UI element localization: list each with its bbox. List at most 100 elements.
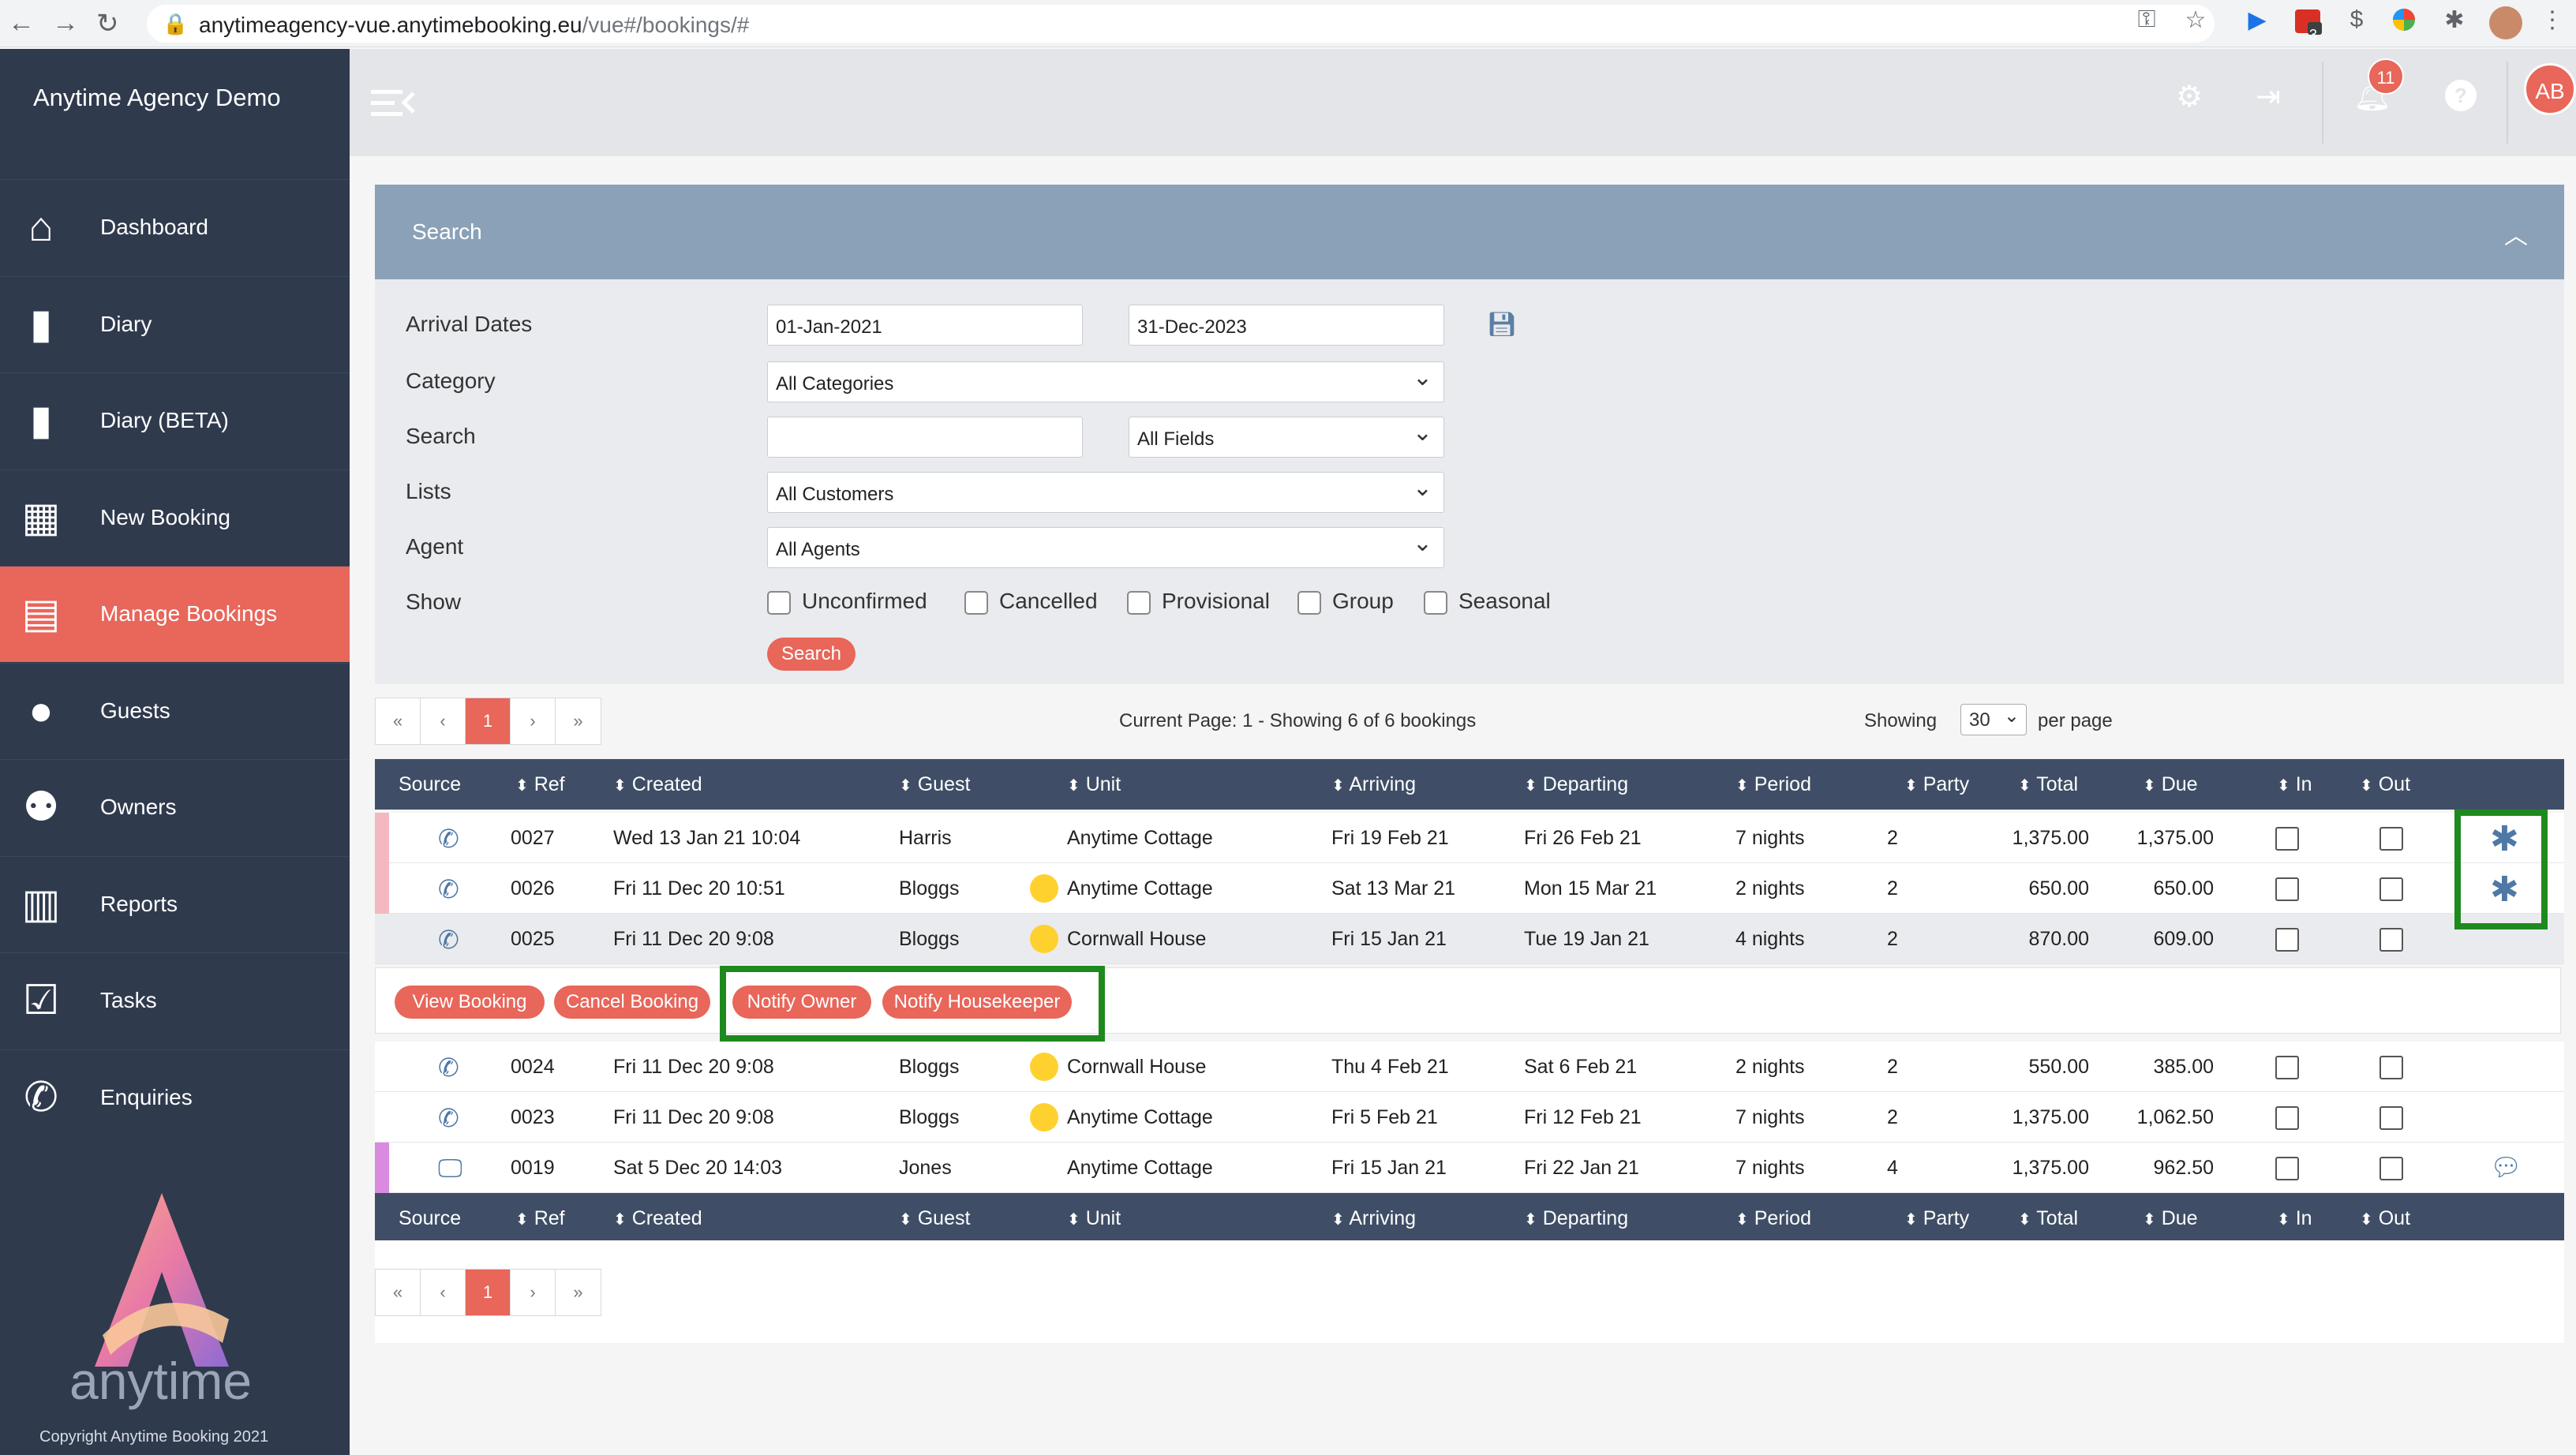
help-icon[interactable]: ?: [2443, 79, 2478, 114]
sign-in-icon[interactable]: ⇥: [2251, 79, 2286, 114]
category-select[interactable]: All Categories: [767, 361, 1444, 402]
checked-out-checkbox[interactable]: [2379, 827, 2403, 851]
color-wheel-extension-icon[interactable]: [2388, 6, 2420, 38]
sidebar-item-enquiries[interactable]: ✆ Enquiries: [0, 1049, 350, 1146]
column-header-ref[interactable]: ⬍ Ref: [515, 1207, 565, 1230]
checked-out-checkbox[interactable]: [2379, 1106, 2403, 1130]
checked-in-checkbox[interactable]: [2275, 1056, 2299, 1079]
arrival-to-input[interactable]: 31-Dec-2023: [1129, 305, 1444, 346]
column-header-guest[interactable]: ⬍ Guest: [899, 1207, 970, 1230]
checked-in-checkbox[interactable]: [2275, 928, 2299, 952]
sidebar-item-guests[interactable]: ● Guests: [0, 662, 350, 759]
reload-icon[interactable]: ↻: [96, 8, 119, 39]
browser-profile-avatar[interactable]: [2489, 6, 2522, 39]
sidebar-item-tasks[interactable]: ☑ Tasks: [0, 952, 350, 1049]
prev-page-button[interactable]: ‹: [421, 698, 466, 744]
checked-in-checkbox[interactable]: [2275, 877, 2299, 901]
column-header-total[interactable]: ⬍ Total: [2018, 773, 2078, 796]
search-panel-header[interactable]: Search ︿: [375, 185, 2564, 279]
column-header-out[interactable]: ⬍ Out: [2360, 1207, 2410, 1230]
last-page-button[interactable]: »: [556, 698, 601, 744]
show-seasonal-checkbox[interactable]: Seasonal: [1424, 589, 1551, 615]
checked-in-checkbox[interactable]: [2275, 1157, 2299, 1180]
last-page-button[interactable]: »: [556, 1270, 601, 1315]
column-header-in[interactable]: ⬍ In: [2277, 773, 2312, 796]
dollar-extension-icon[interactable]: $: [2341, 6, 2372, 38]
table-row[interactable]: ✆ 0025 Fri 11 Dec 20 9:08 Bloggs Cornwall Ho…: [375, 914, 2564, 964]
lists-select[interactable]: All Customers: [767, 472, 1444, 513]
sidebar-item-new-booking[interactable]: ▦ New Booking: [0, 469, 350, 566]
extension-flag-icon[interactable]: ▶: [2241, 6, 2273, 38]
back-icon[interactable]: ←: [8, 8, 35, 39]
key-icon[interactable]: ⚿: [2131, 6, 2162, 38]
next-page-button[interactable]: ›: [511, 1270, 556, 1315]
save-icon[interactable]: 💾︎: [1487, 311, 1517, 339]
column-header-unit[interactable]: ⬍ Unit: [1067, 1207, 1121, 1230]
checked-out-checkbox[interactable]: [2379, 1056, 2403, 1079]
first-page-button[interactable]: «: [376, 1270, 421, 1315]
show-group-checkbox[interactable]: Group: [1297, 589, 1394, 615]
sidebar-item-reports[interactable]: ▥ Reports: [0, 855, 350, 952]
show-provisional-checkbox[interactable]: Provisional: [1127, 589, 1270, 615]
table-row[interactable]: ✆ 0023 Fri 11 Dec 20 9:08 Bloggs Anytime Cot…: [375, 1092, 2564, 1143]
column-header-guest[interactable]: ⬍ Guest: [899, 773, 970, 796]
column-header-period[interactable]: ⬍ Period: [1735, 773, 1811, 796]
column-header-departing[interactable]: ⬍ Departing: [1524, 1207, 1628, 1230]
calendar-extension-icon[interactable]: [2292, 6, 2323, 38]
sidebar-item-dashboard[interactable]: ⌂ Dashboard: [0, 179, 350, 275]
column-header-party[interactable]: ⬍ Party: [1904, 773, 1969, 796]
prev-page-button[interactable]: ‹: [421, 1270, 466, 1315]
column-header-in[interactable]: ⬍ In: [2277, 1207, 2312, 1230]
per-page-select[interactable]: 30 ⌄: [1960, 704, 2027, 735]
checked-in-checkbox[interactable]: [2275, 827, 2299, 851]
table-row[interactable]: ✆ 0027 Wed 13 Jan 21 10:04 Harris Anytime Co…: [375, 813, 2564, 863]
first-page-button[interactable]: «: [376, 698, 421, 744]
column-header-period[interactable]: ⬍ Period: [1735, 1207, 1811, 1230]
checked-out-checkbox[interactable]: [2379, 877, 2403, 901]
sidebar-item-diary[interactable]: ▮ Diary: [0, 275, 350, 372]
column-header-departing[interactable]: ⬍ Departing: [1524, 773, 1628, 796]
column-header-due[interactable]: ⬍ Due: [2143, 773, 2198, 796]
more-icon[interactable]: ⋮: [2537, 6, 2568, 38]
column-header-total[interactable]: ⬍ Total: [2018, 1207, 2078, 1230]
table-row[interactable]: ✆ 0026 Fri 11 Dec 20 10:51 Bloggs Anytime Co…: [375, 863, 2564, 914]
column-header-created[interactable]: ⬍ Created: [613, 1207, 702, 1230]
checked-out-checkbox[interactable]: [2379, 928, 2403, 952]
sidebar-item-manage-bookings[interactable]: ▤ Manage Bookings: [0, 566, 350, 662]
star-icon[interactable]: ☆: [2180, 6, 2211, 38]
chevron-up-icon[interactable]: ︿: [2504, 216, 2528, 251]
current-page-button[interactable]: 1: [466, 1270, 511, 1315]
column-header-unit[interactable]: ⬍ Unit: [1067, 773, 1121, 796]
current-page-button[interactable]: 1: [466, 698, 511, 744]
checked-in-checkbox[interactable]: [2275, 1106, 2299, 1130]
search-input[interactable]: [767, 417, 1083, 458]
sidebar-item-diary-beta[interactable]: ▮ Diary (BETA): [0, 372, 350, 469]
user-avatar[interactable]: AB: [2524, 63, 2576, 115]
show-unconfirmed-checkbox[interactable]: Unconfirmed: [767, 589, 927, 615]
column-header-ref[interactable]: ⬍ Ref: [515, 773, 565, 796]
view-booking-button[interactable]: View Booking: [395, 986, 545, 1019]
sidebar-item-owners[interactable]: ⚉ Owners: [0, 759, 350, 855]
comments-icon[interactable]: 💬︎: [2490, 1152, 2522, 1182]
agent-select[interactable]: All Agents: [767, 527, 1444, 568]
table-row[interactable]: 🖵︎ 0019 Sat 5 Dec 20 14:03 Jones Anytime Cot…: [375, 1143, 2564, 1193]
column-header-due[interactable]: ⬍ Due: [2143, 1207, 2198, 1230]
cancel-booking-button[interactable]: Cancel Booking: [554, 986, 710, 1019]
menu-collapse-icon[interactable]: [371, 85, 415, 120]
puzzle-icon[interactable]: ✱: [2439, 6, 2470, 38]
checked-out-checkbox[interactable]: [2379, 1157, 2403, 1180]
show-cancelled-checkbox[interactable]: Cancelled: [964, 589, 1098, 615]
forward-icon[interactable]: →: [52, 8, 79, 39]
fields-select[interactable]: All Fields: [1129, 417, 1444, 458]
arrival-from-input[interactable]: 01-Jan-2021: [767, 305, 1083, 346]
search-button[interactable]: Search: [767, 638, 856, 671]
gear-icon[interactable]: ⚙: [2172, 79, 2207, 114]
column-header-party[interactable]: ⬍ Party: [1904, 1207, 1969, 1230]
column-header-arriving[interactable]: ⬍ Arriving: [1331, 773, 1416, 796]
next-page-button[interactable]: ›: [511, 698, 556, 744]
address-bar[interactable]: 🔒 anytimeagency-vue.anytimebooking.eu/vu…: [147, 5, 2215, 43]
column-header-arriving[interactable]: ⬍ Arriving: [1331, 1207, 1416, 1230]
column-header-created[interactable]: ⬍ Created: [613, 773, 702, 796]
column-header-out[interactable]: ⬍ Out: [2360, 773, 2410, 796]
table-row[interactable]: ✆ 0024 Fri 11 Dec 20 9:08 Bloggs Cornwall Ho…: [375, 1042, 2564, 1092]
